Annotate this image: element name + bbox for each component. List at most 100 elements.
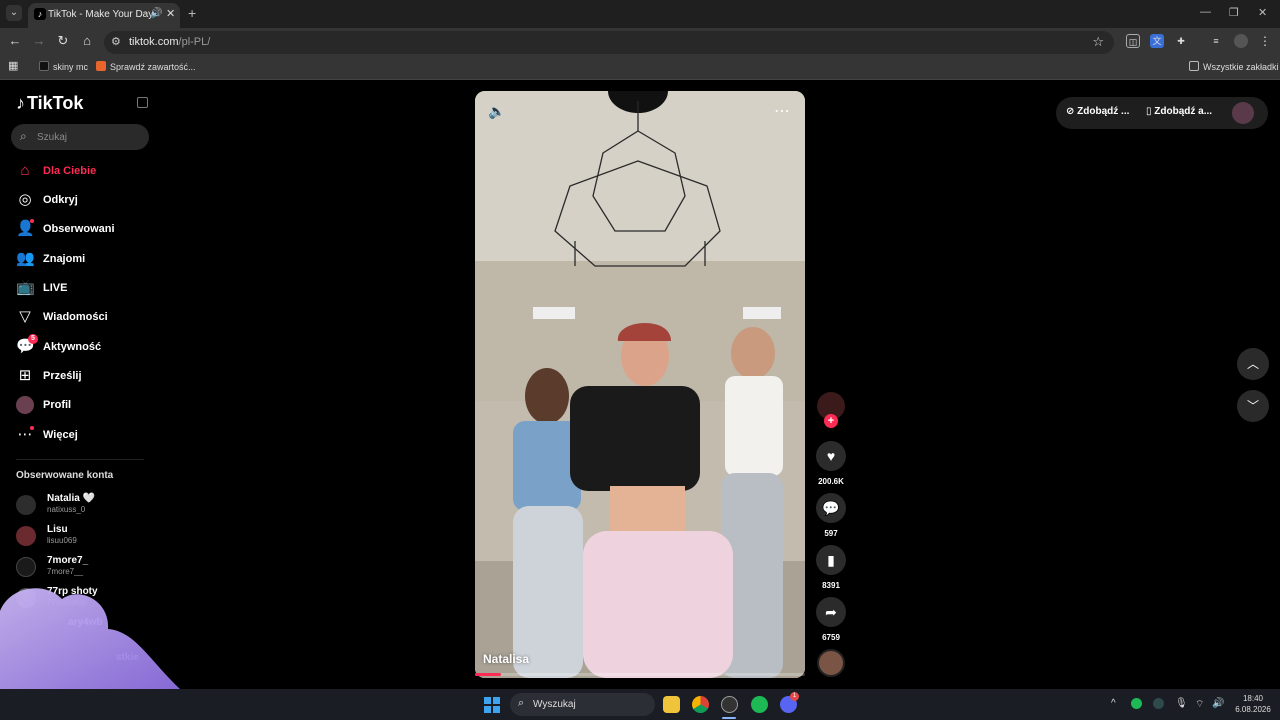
live-icon: 📺 [16,279,35,296]
nav-label: LIVE [43,282,68,294]
browser-menu-icon[interactable]: ⋮ [1258,34,1272,48]
nav-label: Dla Ciebie [43,165,97,177]
nav-dla-ciebie[interactable]: ⌂ Dla Ciebie [16,161,156,183]
nav-aktywnosc[interactable]: 💬 5 Aktywność [16,334,156,359]
like-button[interactable]: ♥ 200.6K [815,441,847,486]
speaker-icon[interactable]: 🔊 [1212,698,1224,709]
save-button[interactable]: ▮ 8391 [815,545,847,590]
follow-plus-icon[interactable]: + [824,414,838,428]
chrome-icon[interactable] [692,696,709,713]
previous-video-button[interactable]: ︿ [1237,348,1269,380]
bookmark-label: skiny mc [53,62,89,72]
translate-extension-icon[interactable]: 文 [1150,34,1164,48]
nav-wiecej[interactable]: ⋯ Więcej [16,425,156,447]
nav-odkryj[interactable]: ◎ Odkryj [16,190,156,212]
avatar [16,588,36,608]
followed-account[interactable]: 77rp shoty 77rpshotyy [16,585,156,609]
bookmark-sprawdz[interactable]: Sprawdź zawartość... [96,61,196,72]
nav-label: Aktywność [43,341,102,353]
music-disc-avatar[interactable] [817,649,845,677]
video-progress-bar[interactable] [475,673,805,676]
followed-account[interactable]: Lisu lisuu069 [16,523,156,547]
window-restore-icon[interactable]: ❐ [1229,6,1239,19]
nav-przeslij[interactable]: ⊞ Prześlij [16,366,156,388]
extensions-puzzle-icon[interactable]: ✚ [1174,34,1188,48]
windows-start-icon[interactable] [484,697,500,713]
tiktok-logo[interactable]: ♪ TikTok [16,93,83,114]
avatar [16,495,36,515]
avatar[interactable] [1232,102,1254,124]
video-author[interactable]: Natalisa [483,652,529,666]
active-app-indicator [722,717,736,719]
nav-profil[interactable]: Profil [16,395,156,417]
like-count: 200.6K [818,477,844,486]
nav-obserwowani[interactable]: 👤 Obserwowani [16,219,156,241]
tab-search-chevron-icon[interactable]: ⌄ [6,5,22,21]
followed-account[interactable]: 7more7_ 7more7__ [16,554,156,578]
share-button[interactable]: ➦ 6759 [815,597,847,642]
video-more-icon[interactable]: ⋯ [774,101,791,121]
sidebar-divider [16,459,144,460]
app-icon[interactable] [721,696,738,713]
account-handle: 77rpshotyy [47,598,87,607]
reload-icon[interactable]: ↻ [55,33,71,49]
followed-account[interactable]: stkie [16,651,156,675]
tab-close-icon[interactable]: ✕ [166,7,175,20]
home-browser-icon[interactable]: ⌂ [79,33,95,48]
address-bar[interactable]: ⚙ tiktok.com/pl-PL/ ☆ [104,31,1114,54]
friends-icon: 👥 [16,250,35,267]
followed-account[interactable]: Natalia 🤍 natixuss_0 [16,492,156,516]
all-bookmarks-label: Wszystkie zakładki [1203,62,1279,72]
apps-grid-icon[interactable]: ▦ [8,59,18,72]
clock-time: 18:40 [1242,694,1264,703]
extension-icon-1[interactable]: ◫ [1126,34,1140,48]
chevron-down-icon: ﹀ [1246,399,1259,413]
media-controls-icon[interactable]: ≡ [1209,34,1223,48]
taskbar-clock[interactable]: 18:40 6.08.2026 [1233,693,1273,715]
profile-avatar-icon[interactable] [1234,34,1248,48]
followed-account[interactable]: ary4wb [16,616,156,640]
nav-wiadomosci[interactable]: ▽ Wiadomości [16,307,156,329]
tab-audio-icon[interactable]: 🔊 [150,8,162,19]
microphone-icon[interactable]: 🎙 [1175,698,1188,709]
taskbar-search-label: Wyszukaj [533,699,576,710]
new-tab-plus-icon[interactable]: + [188,5,196,21]
nav-znajomi[interactable]: 👥 Znajomi [16,249,156,271]
get-coins-label: Zdobądź ... [1077,106,1130,117]
video-player[interactable]: 🔈 ⋯ Natalisa [475,91,805,678]
bookmark-favicon-icon [96,61,106,71]
search-box[interactable]: ⌕ [11,124,149,150]
file-explorer-icon[interactable] [663,696,680,713]
search-input[interactable] [37,129,142,145]
account-name: stkie [116,652,139,663]
window-minimize-icon[interactable]: — [1200,6,1211,18]
tiktok-note-icon: ♪ [16,93,25,113]
back-arrow-icon[interactable]: ← [7,33,23,48]
taskbar-search[interactable]: ⌕ Wyszukaj [510,693,655,716]
bookmark-skiny-mc[interactable]: skiny mc [39,61,88,72]
next-video-button[interactable]: ﹀ [1237,390,1269,422]
wifi-icon[interactable]: ⌔ [1195,698,1204,711]
comment-button[interactable]: 💬 597 [815,493,847,538]
tray-spotify-icon[interactable] [1131,698,1142,709]
tray-app-icon[interactable] [1153,698,1164,709]
tiktok-app: ♪TikTok ⌕ ⌂ Dla Ciebie ◎ Odkryj 👤 Obserw… [0,81,1280,689]
video-frame [475,91,805,678]
spotify-icon[interactable] [751,696,768,713]
bookmark-star-icon[interactable]: ☆ [1092,34,1104,50]
get-app-button[interactable]: ▯ Zdobądź a... [1146,106,1212,117]
forward-arrow-icon[interactable]: → [31,33,47,48]
collapse-sidebar-icon[interactable] [137,97,148,108]
nav-label: Więcej [43,429,78,441]
get-coins-button[interactable]: ⊘ Zdobądź ... [1066,106,1129,117]
site-info-icon[interactable]: ⚙ [111,35,121,48]
tray-expand-icon[interactable]: ^ [1111,698,1116,709]
nav-live[interactable]: 📺 LIVE [16,278,156,300]
volume-icon[interactable]: 🔈 [488,103,505,120]
browser-tab-active[interactable]: ♪ TikTok - Make Your Day 🔊 ✕ [28,3,180,28]
upload-icon: ⊞ [18,367,32,384]
share-arrow-icon: ➦ [816,597,846,627]
window-close-icon[interactable]: ✕ [1258,6,1267,19]
nav-label: Odkryj [43,194,78,206]
all-bookmarks-folder[interactable]: Wszystkie zakładki [1189,61,1279,72]
